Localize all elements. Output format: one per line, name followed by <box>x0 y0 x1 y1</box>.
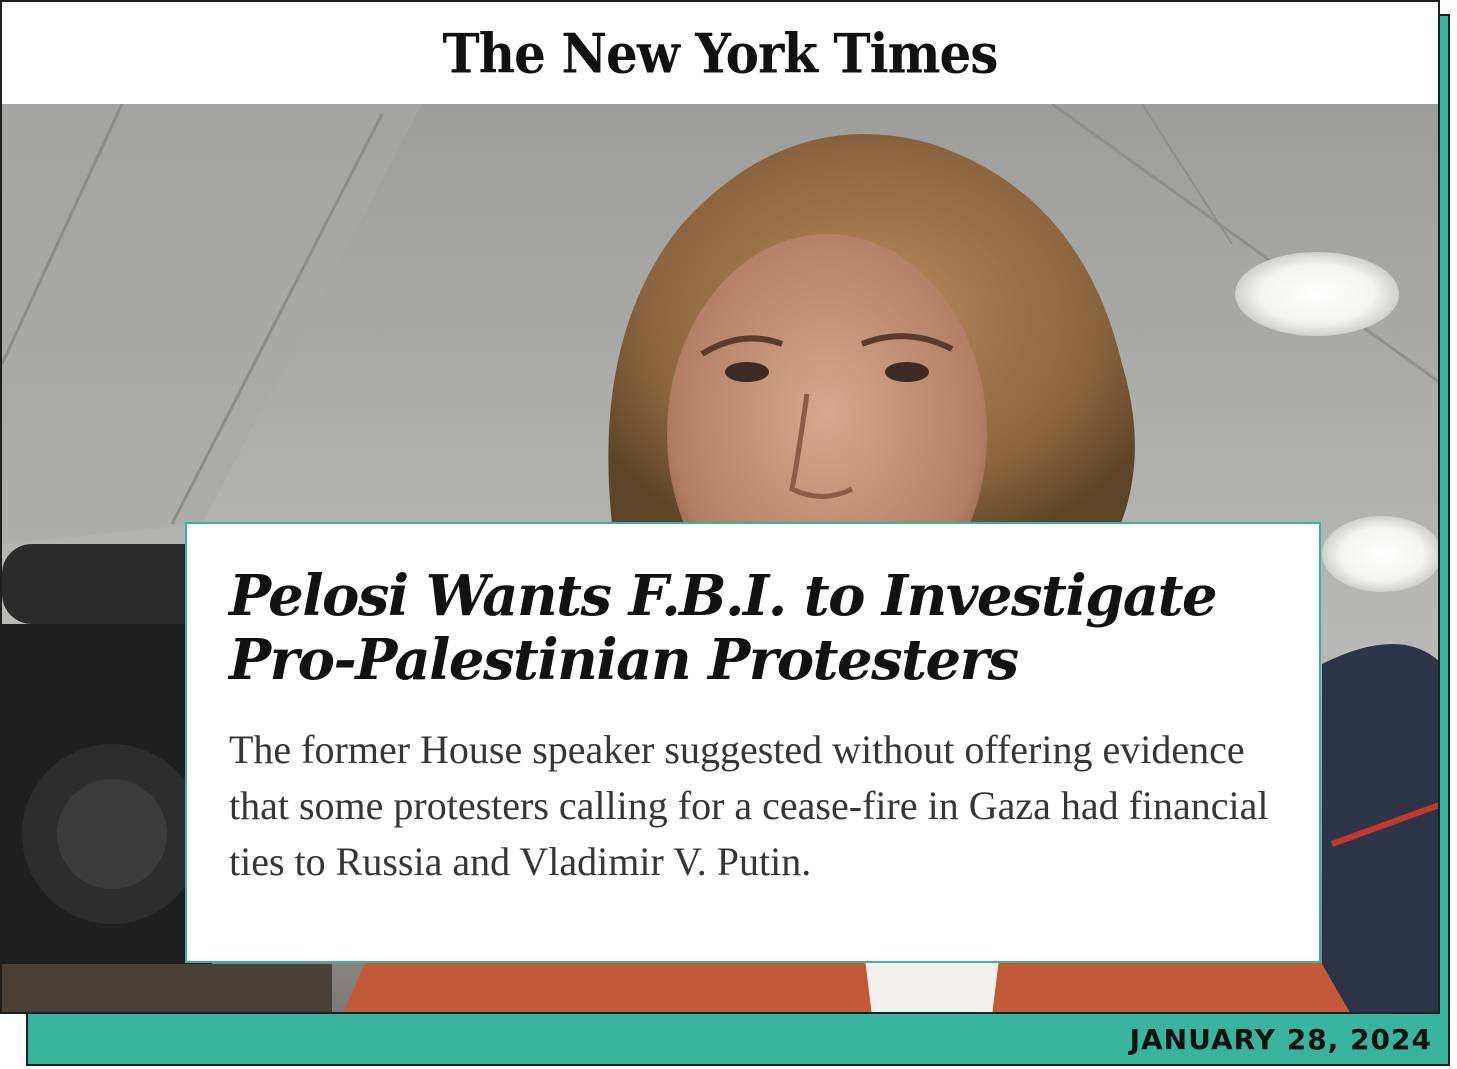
masthead: The New York Times <box>2 2 1438 104</box>
article-headline[interactable]: Pelosi Wants F.B.I. to Investigate Pro-P… <box>229 564 1279 692</box>
date-label: JANUARY 28, 2024 <box>1129 1023 1432 1056</box>
article-card: The New York Times Pelosi Wants F.B.I. t… <box>0 0 1440 1014</box>
article-summary: The former House speaker suggested witho… <box>229 727 1269 884</box>
nyt-logo: The New York Times <box>442 21 999 85</box>
headline-box: Pelosi Wants F.B.I. to Investigate Pro-P… <box>185 522 1321 963</box>
